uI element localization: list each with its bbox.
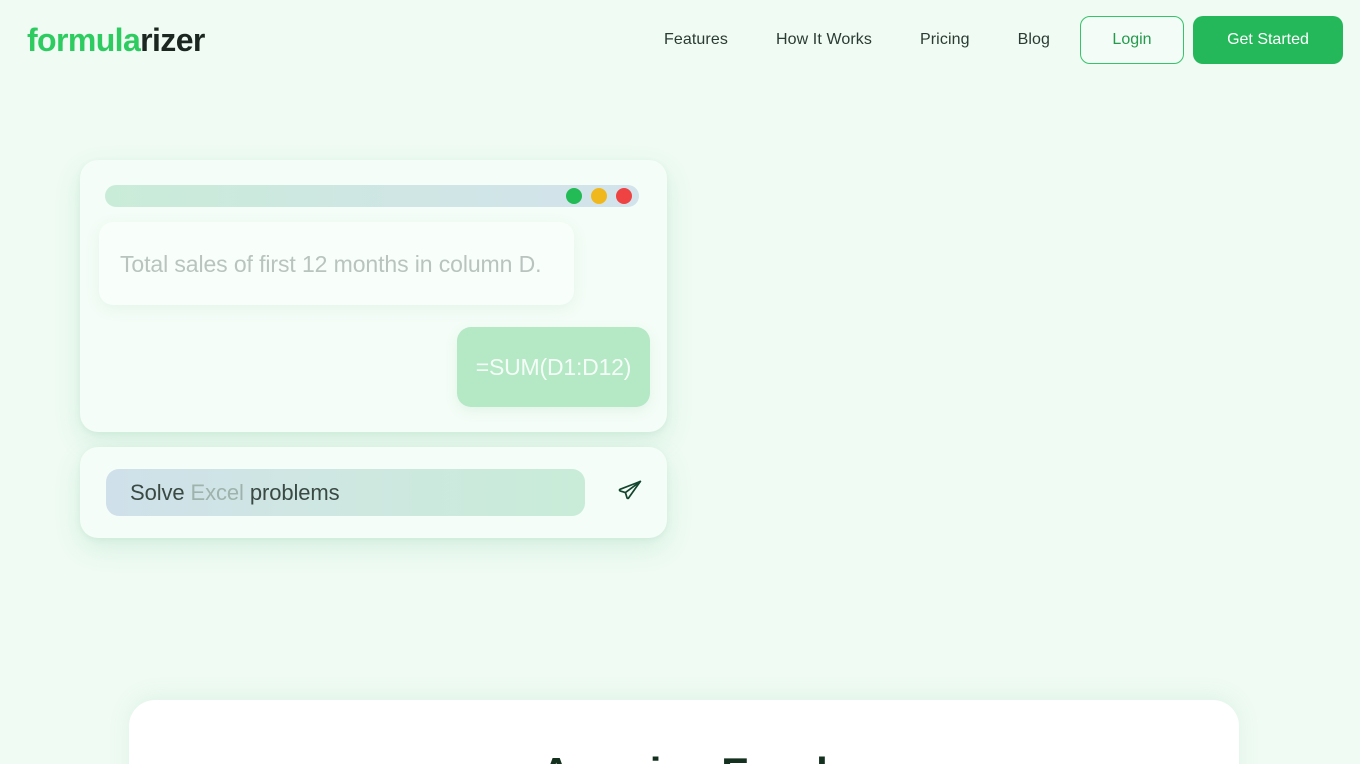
nav-item-pricing[interactable]: Pricing [896,28,994,52]
get-started-button[interactable]: Get Started [1193,16,1343,64]
nav-item-blog[interactable]: Blog [994,28,1074,52]
features-section-heading: Amazing Excel [129,748,1239,764]
window-titlebar [105,185,639,207]
features-section-card: Amazing Excel [129,700,1239,764]
send-button[interactable] [609,471,651,513]
window-maximize-dot-icon[interactable] [566,188,582,204]
demo-formula-text: =SUM(D1:D12) [475,354,632,380]
logo[interactable]: formularizer [27,22,205,58]
composer-input[interactable]: Solve Excel problems [106,469,585,516]
demo-prompt-text: Total sales of first 12 months in column… [120,250,542,277]
logo-text-secondary: rizer [140,22,205,58]
composer-card: Solve Excel problems [80,447,667,538]
composer-text-prefix: Solve [130,479,191,505]
window-close-dot-icon[interactable] [616,188,632,204]
window-controls [566,188,632,204]
site-header: formularizer Features How It Works Prici… [0,0,1360,80]
composer-text-suffix: problems [243,479,340,505]
window-minimize-dot-icon[interactable] [591,188,607,204]
nav-item-how-it-works[interactable]: How It Works [752,28,896,52]
logo-text-primary: formula [27,22,141,58]
demo-formula-bubble: =SUM(D1:D12) [457,327,650,407]
composer-input-text: Solve Excel problems [130,480,340,506]
send-paper-plane-icon [617,478,643,507]
demo-preview-card: Total sales of first 12 months in column… [80,160,667,432]
nav-item-features[interactable]: Features [640,28,752,52]
login-button[interactable]: Login [1080,16,1184,64]
composer-text-highlight: Excel [190,479,244,505]
demo-prompt-bubble: Total sales of first 12 months in column… [99,222,574,305]
primary-navigation: Features How It Works Pricing Blog [640,28,1074,52]
